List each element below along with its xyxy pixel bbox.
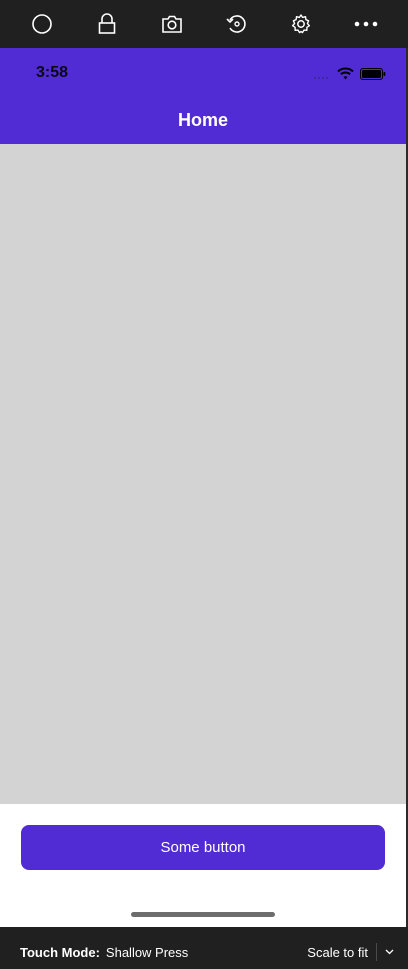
divider — [376, 943, 377, 961]
status-time: 3:58 — [36, 64, 69, 81]
scale-dropdown[interactable]: Scale to fit — [307, 943, 394, 961]
touch-mode-value[interactable]: Shallow Press — [106, 945, 188, 960]
scale-label: Scale to fit — [307, 944, 368, 960]
signal-icon — [313, 67, 331, 85]
circle-icon[interactable] — [26, 8, 58, 40]
simulator-window: 3:58 Home Some button Touch Mode: Shallo… — [0, 0, 408, 969]
chevron-down-icon[interactable] — [385, 947, 394, 958]
some-button[interactable]: Some button — [21, 825, 385, 870]
touch-mode-label: Touch Mode: — [20, 944, 100, 960]
simulator-footer: Touch Mode: Shallow Press Scale to fit — [0, 935, 408, 969]
camera-icon[interactable] — [156, 8, 188, 40]
gear-icon[interactable] — [285, 8, 317, 40]
simulator-toolbar — [0, 0, 408, 48]
more-icon[interactable] — [350, 8, 382, 40]
bottom-area: Some button — [0, 804, 406, 927]
status-bar: 3:58 — [0, 48, 406, 96]
page-title: Home — [177, 109, 228, 130]
home-indicator[interactable] — [131, 912, 275, 917]
lock-icon[interactable] — [91, 8, 123, 40]
battery-icon — [360, 67, 386, 85]
rotate-icon[interactable] — [220, 8, 252, 40]
status-icons — [313, 67, 386, 85]
content-area — [0, 144, 406, 804]
wifi-icon — [337, 67, 354, 85]
device-screen: 3:58 Home Some button — [0, 48, 406, 927]
navigation-bar: Home — [0, 96, 406, 144]
